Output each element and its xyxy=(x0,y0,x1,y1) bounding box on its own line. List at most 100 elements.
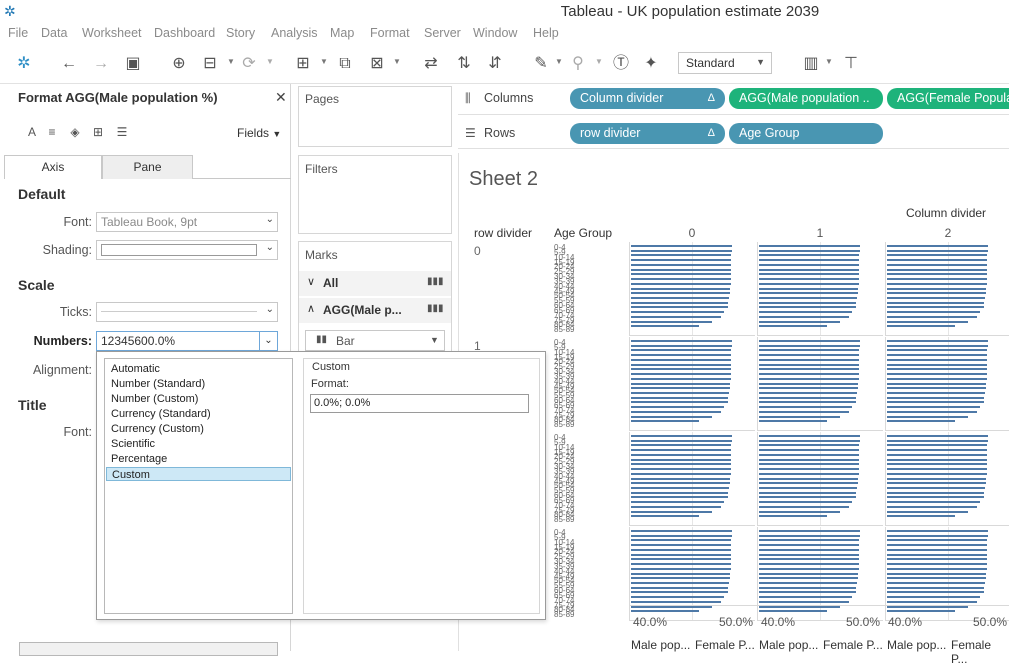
panel-border xyxy=(629,432,630,525)
highlight-icon[interactable]: ✎ xyxy=(530,54,552,74)
sort-descending-icon[interactable]: ⇵ xyxy=(484,54,506,74)
number-format-option[interactable]: Automatic xyxy=(106,362,291,376)
bar xyxy=(759,596,852,599)
bar xyxy=(887,477,987,480)
shading-format-icon[interactable]: ◈ xyxy=(67,124,83,140)
text-label-icon[interactable]: Ⓣ xyxy=(610,54,632,74)
mark-type-select[interactable]: ▮▮ Bar ▼ xyxy=(305,330,445,351)
chevron-down-icon[interactable]: ▼ xyxy=(595,57,603,66)
shading-select[interactable]: ⌄ xyxy=(96,240,278,260)
pill-row-divider[interactable]: row divider Δ xyxy=(570,123,725,144)
bar-chart-icon: ▮▮▮ xyxy=(427,276,444,287)
alignment-format-icon[interactable]: ≡ xyxy=(44,124,60,140)
tab-pane[interactable]: Pane xyxy=(102,155,193,179)
bar xyxy=(887,581,985,584)
number-format-list[interactable]: Automatic Number (Standard) Number (Custom… xyxy=(104,358,293,614)
number-format-option[interactable]: Currency (Standard) xyxy=(106,407,291,421)
font-select[interactable]: Tableau Book, 9pt ⌄ xyxy=(96,212,278,232)
bar xyxy=(631,354,732,357)
new-worksheet-icon[interactable]: ⊞ xyxy=(292,54,314,74)
pill-female-population[interactable]: AGG(Female Popula xyxy=(887,88,1009,109)
undo-icon[interactable]: ← xyxy=(58,54,80,74)
menu-server[interactable]: Server xyxy=(424,26,461,40)
bar xyxy=(631,501,724,504)
bar xyxy=(759,396,857,399)
number-format-option[interactable]: Scientific xyxy=(106,437,291,451)
pin-icon[interactable]: ✦ xyxy=(640,54,662,74)
refresh-icon[interactable]: ⟳ xyxy=(238,54,260,74)
column-divider-title: Column divider xyxy=(906,206,987,220)
number-format-option[interactable]: Number (Custom) xyxy=(106,392,291,406)
menu-story[interactable]: Story xyxy=(226,26,255,40)
panel-border xyxy=(629,337,630,430)
tab-axis[interactable]: Axis xyxy=(4,155,102,179)
swap-axes-icon[interactable]: ⇄ xyxy=(420,54,442,74)
menu-file[interactable]: File xyxy=(8,26,28,40)
new-datasource-icon[interactable]: ⊕ xyxy=(168,54,190,74)
clear-button[interactable] xyxy=(19,642,278,656)
view-size-select[interactable]: Standard ▼ xyxy=(678,52,772,74)
bar xyxy=(631,515,700,518)
number-format-option[interactable]: Currency (Custom) xyxy=(106,422,291,436)
menu-data[interactable]: Data xyxy=(41,26,67,40)
number-format-option[interactable]: Custom xyxy=(106,467,291,481)
menu-worksheet[interactable]: Worksheet xyxy=(82,26,142,40)
paperclip-icon[interactable]: ⚲ xyxy=(567,54,589,74)
presentation-icon[interactable]: ⊤ xyxy=(840,54,862,74)
bar xyxy=(759,539,860,542)
chevron-down-icon[interactable]: ▼ xyxy=(825,57,833,66)
chevron-down-icon[interactable]: ▼ xyxy=(227,57,235,66)
bar xyxy=(887,373,987,376)
clear-sheet-icon[interactable]: ⊠ xyxy=(366,54,388,74)
menu-dashboard[interactable]: Dashboard xyxy=(154,26,215,40)
tableau-logo-icon[interactable]: ✲ xyxy=(13,54,35,74)
bar xyxy=(759,553,860,556)
panel-separator xyxy=(629,525,755,526)
save-icon[interactable]: ▣ xyxy=(122,54,144,74)
bar xyxy=(759,486,857,489)
marks-measure-row[interactable]: ∧ AGG(Male p... ▮▮▮ xyxy=(299,298,451,323)
ticks-select[interactable]: ⌄ xyxy=(96,302,278,322)
chevron-down-icon[interactable]: ▼ xyxy=(266,57,274,66)
number-format-option[interactable]: Percentage xyxy=(106,452,291,466)
bar xyxy=(759,477,859,480)
marks-all-row[interactable]: ∨ All ▮▮▮ xyxy=(299,271,451,296)
menu-format[interactable]: Format xyxy=(370,26,410,40)
redo-icon[interactable]: → xyxy=(90,54,112,74)
bar xyxy=(887,396,985,399)
bar xyxy=(631,420,700,423)
show-me-icon[interactable]: ▥ xyxy=(800,54,822,74)
font-format-icon[interactable]: A xyxy=(24,124,40,140)
chevron-down-icon[interactable]: ▼ xyxy=(320,57,328,66)
lines-format-icon[interactable]: ☰ xyxy=(114,124,130,140)
pill-age-group[interactable]: Age Group xyxy=(729,123,883,144)
menu-help[interactable]: Help xyxy=(533,26,559,40)
bar xyxy=(631,401,728,404)
pill-male-population[interactable]: AGG(Male population .. xyxy=(729,88,883,109)
borders-format-icon[interactable]: ⊞ xyxy=(90,124,106,140)
bar xyxy=(631,548,732,551)
bar xyxy=(887,311,980,314)
bar xyxy=(631,553,732,556)
close-icon[interactable]: ✕ xyxy=(275,89,287,106)
chevron-down-icon[interactable]: ▼ xyxy=(393,57,401,66)
chevron-down-icon[interactable]: ▼ xyxy=(555,57,563,66)
panel-separator xyxy=(885,335,1009,336)
numbers-select[interactable]: 12345600.0% ⌄ xyxy=(96,331,278,351)
duplicate-sheet-icon[interactable]: ⧉ xyxy=(334,54,356,74)
bar xyxy=(759,472,859,475)
format-input[interactable]: 0.0%; 0.0% xyxy=(310,394,529,413)
column-header-1: 1 xyxy=(816,226,824,240)
menu-map[interactable]: Map xyxy=(330,26,354,40)
menu-window[interactable]: Window xyxy=(473,26,517,40)
bar xyxy=(631,306,728,309)
fields-dropdown[interactable]: Fields ▼ xyxy=(237,126,281,140)
panel-border xyxy=(885,242,886,335)
pill-column-divider[interactable]: Column divider Δ xyxy=(570,88,725,109)
sort-ascending-icon[interactable]: ⇅ xyxy=(453,54,475,74)
pause-datasource-icon[interactable]: ⊟ xyxy=(199,54,221,74)
sheet-title[interactable]: Sheet 2 xyxy=(469,168,538,191)
chevron-down-icon[interactable]: ⌄ xyxy=(259,332,277,350)
menu-analysis[interactable]: Analysis xyxy=(271,26,318,40)
number-format-option[interactable]: Number (Standard) xyxy=(106,377,291,391)
